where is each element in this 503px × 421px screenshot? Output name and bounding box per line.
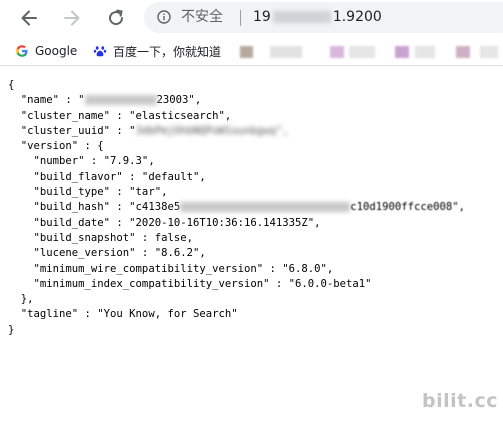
bookmark-google[interactable]: Google bbox=[15, 41, 77, 61]
bookmark-redacted-3[interactable] bbox=[330, 46, 344, 58]
bookmark-redacted-8[interactable] bbox=[480, 46, 498, 58]
json-response: { "name" : " 23003", "cluster_name" : "el… bbox=[8, 78, 465, 338]
json-line: "lucene_version" : "8.6.2", bbox=[8, 247, 206, 260]
reload-button[interactable] bbox=[105, 7, 127, 29]
reload-icon bbox=[109, 9, 124, 26]
json-line: "cluster_name" : "elasticsearch", bbox=[8, 109, 232, 122]
json-line: "minimum_index_compatibility_version" : … bbox=[8, 277, 372, 290]
address-separator bbox=[240, 10, 241, 26]
url-text[interactable]: 19 1.9200 bbox=[253, 8, 382, 27]
json-line: }, bbox=[8, 293, 34, 306]
json-line: { bbox=[8, 79, 15, 91]
url-start: 19 bbox=[253, 9, 271, 25]
json-line: "build_type" : "tar", bbox=[8, 186, 168, 199]
json-line: "build_date" : "2020-10-16T10:36:16.1413… bbox=[8, 216, 321, 229]
bookmark-google-label: Google bbox=[35, 44, 78, 58]
bookmarks-bar: Google 百度一下，你就知道 bbox=[0, 36, 503, 66]
url-end: 1.9200 bbox=[332, 9, 382, 25]
json-line-build-hash: "build_hash" : "c4138e5 c10d1900ffcce008"… bbox=[8, 201, 466, 214]
json-line-cluster-uuid: "cluster_uuid" : "3dbPmjOhbNQPoW1ounbgwq… bbox=[8, 124, 289, 137]
bookmark-baidu-label: 百度一下，你就知道 bbox=[113, 44, 222, 59]
watermark: bilit.cc bbox=[422, 390, 498, 412]
bookmark-redacted-2[interactable] bbox=[270, 46, 302, 58]
bookmark-redacted-4[interactable] bbox=[349, 46, 375, 58]
browser-toolbar: 不安全 19 1.9200 bbox=[0, 0, 503, 36]
security-label[interactable]: 不安全 bbox=[181, 8, 223, 27]
json-line: "build_flavor" : "default", bbox=[8, 170, 206, 183]
json-line: "version" : { bbox=[8, 140, 104, 153]
baidu-paw-icon bbox=[93, 46, 107, 57]
info-icon[interactable] bbox=[157, 10, 171, 24]
redacted-name bbox=[84, 95, 157, 106]
bookmark-redacted-1[interactable] bbox=[240, 46, 253, 58]
bookmark-redacted-6[interactable] bbox=[415, 46, 435, 58]
json-line: "number" : "7.9.3", bbox=[8, 155, 155, 168]
bookmark-baidu[interactable]: 百度一下，你就知道 bbox=[93, 41, 221, 61]
json-line: "minimum_wire_compatibility_version" : "… bbox=[8, 262, 334, 275]
url-redaction bbox=[272, 11, 331, 23]
arrow-left-icon bbox=[21, 10, 37, 26]
json-line: } bbox=[8, 323, 15, 336]
json-line: "build_snapshot" : false, bbox=[8, 231, 193, 244]
json-line-name: "name" : " 23003", bbox=[8, 94, 202, 107]
redacted-build-hash bbox=[180, 202, 351, 213]
address-bar[interactable]: 不安全 19 1.9200 bbox=[144, 2, 503, 33]
arrow-right-icon bbox=[64, 10, 80, 26]
json-line: "tagline" : "You Know, for Search" bbox=[8, 308, 238, 321]
back-button[interactable] bbox=[18, 7, 40, 29]
forward-button[interactable] bbox=[61, 7, 83, 29]
google-g-icon bbox=[16, 45, 28, 57]
bookmark-redacted-7[interactable] bbox=[456, 46, 470, 58]
bookmark-redacted-5[interactable] bbox=[395, 46, 409, 58]
